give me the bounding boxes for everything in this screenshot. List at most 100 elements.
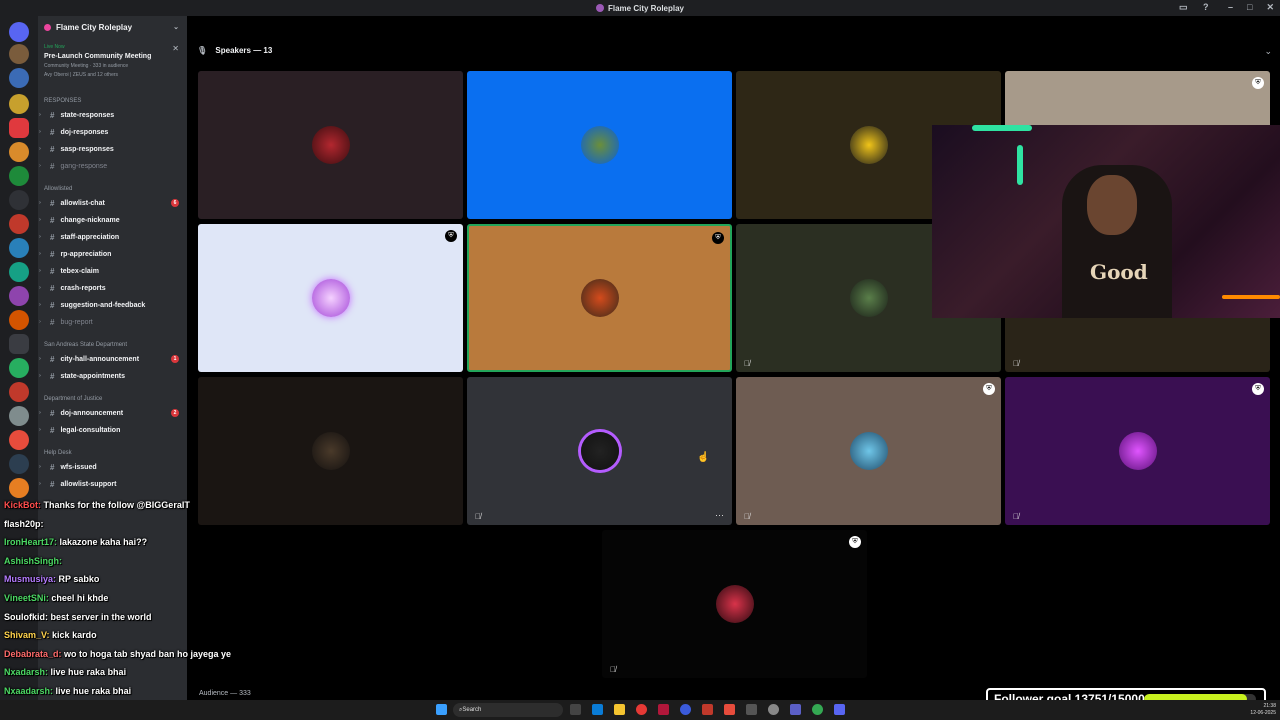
windows-start-icon[interactable]: [436, 704, 447, 715]
server-icon[interactable]: [9, 358, 29, 378]
server-icon[interactable]: [9, 454, 29, 474]
channel-item[interactable]: › # allowlist-support: [38, 477, 187, 491]
channel-item[interactable]: › # allowlist-chat 6: [38, 196, 187, 210]
speaker-tile[interactable]: [198, 377, 463, 525]
more-options-icon[interactable]: ⋯: [715, 510, 724, 521]
channel-item[interactable]: › # wfs-issued: [38, 460, 187, 474]
app-icon[interactable]: [746, 704, 757, 715]
chevron-right-icon[interactable]: ›: [36, 427, 44, 433]
server-icon[interactable]: [9, 166, 29, 186]
speaker-tile[interactable]: ⛨ 🎙̸: [736, 377, 1001, 525]
server-icon[interactable]: [9, 238, 29, 258]
speaker-tile[interactable]: 🎙̸ ⋯: [467, 377, 732, 525]
chevron-right-icon[interactable]: ›: [36, 268, 44, 274]
app-icon[interactable]: [702, 704, 713, 715]
server-icon[interactable]: [9, 478, 29, 498]
channel-item[interactable]: › # suggestion-and-feedback: [38, 298, 187, 312]
active-server-icon[interactable]: [9, 118, 29, 138]
teams-icon[interactable]: [790, 704, 801, 715]
chevron-right-icon[interactable]: ›: [36, 464, 44, 470]
server-icon[interactable]: [9, 94, 29, 114]
maximize-icon[interactable]: □: [1247, 2, 1252, 13]
server-icon[interactable]: [9, 310, 29, 330]
chevron-right-icon[interactable]: ›: [36, 285, 44, 291]
minimize-icon[interactable]: –: [1228, 2, 1233, 13]
taskview-icon[interactable]: [570, 704, 581, 715]
channel-item[interactable]: › # sasp-responses: [38, 142, 187, 156]
channel-item[interactable]: › # crash-reports: [38, 281, 187, 295]
close-icon[interactable]: ✕: [1266, 2, 1274, 13]
close-icon[interactable]: ✕: [172, 44, 179, 53]
home-server-icon[interactable]: [9, 22, 29, 42]
channel-item[interactable]: › # state-appointments: [38, 369, 187, 383]
category-allowlisted[interactable]: Allowlisted: [44, 186, 72, 192]
folder-icon[interactable]: [9, 334, 29, 354]
channel-item[interactable]: › # tebex-claim: [38, 264, 187, 278]
server-icon[interactable]: [9, 430, 29, 450]
channel-item[interactable]: › # legal-consultation: [38, 423, 187, 437]
speaker-avatar: [849, 279, 888, 317]
live-stage-card[interactable]: Live Now Pre-Launch Community Meeting Co…: [38, 40, 187, 94]
chevron-right-icon[interactable]: ›: [36, 112, 44, 118]
chevron-right-icon[interactable]: ›: [36, 481, 44, 487]
channel-item[interactable]: › # state-responses: [38, 108, 187, 122]
chevron-right-icon[interactable]: ›: [36, 129, 44, 135]
edge-icon[interactable]: [592, 704, 603, 715]
system-clock[interactable]: 21:38 12-06-2025: [1250, 703, 1276, 717]
chevron-right-icon[interactable]: ›: [36, 319, 44, 325]
channel-item[interactable]: › # gang-response: [38, 159, 187, 173]
chevron-right-icon[interactable]: ›: [36, 217, 44, 223]
chevron-right-icon[interactable]: ›: [36, 163, 44, 169]
chevron-right-icon[interactable]: ›: [36, 146, 44, 152]
speaker-avatar: [580, 432, 619, 470]
channel-item[interactable]: › # bug-report: [38, 315, 187, 329]
file-explorer-icon[interactable]: [614, 704, 625, 715]
chevron-down-icon[interactable]: ⌄: [173, 23, 179, 31]
channel-item[interactable]: › # rp-appreciation: [38, 247, 187, 261]
speaker-tile[interactable]: [467, 71, 732, 219]
server-icon[interactable]: [9, 214, 29, 234]
server-header[interactable]: Flame City Roleplay ⌄: [38, 16, 187, 38]
channel-item[interactable]: › # change-nickname: [38, 213, 187, 227]
speaker-tile[interactable]: ⛨ 🎙̸: [602, 530, 867, 678]
speaker-tile[interactable]: ⛨ 🎙̸: [1005, 377, 1270, 525]
mouse-cursor-icon: ☝: [697, 452, 710, 463]
channel-item[interactable]: › # city-hall-announcement 1: [38, 352, 187, 366]
brave-icon[interactable]: [724, 704, 735, 715]
chevron-right-icon[interactable]: ›: [36, 302, 44, 308]
server-icon[interactable]: [9, 68, 29, 88]
chevron-right-icon[interactable]: ›: [36, 373, 44, 379]
server-icon[interactable]: [9, 190, 29, 210]
chrome-icon[interactable]: [636, 704, 647, 715]
help-icon[interactable]: ?: [1203, 2, 1209, 12]
chevron-right-icon[interactable]: ›: [36, 410, 44, 416]
server-icon[interactable]: [9, 382, 29, 402]
chevron-down-icon[interactable]: ⌄: [1264, 46, 1272, 57]
channel-item[interactable]: › # staff-appreciation: [38, 230, 187, 244]
server-icon[interactable]: [9, 44, 29, 64]
app-icon[interactable]: [658, 704, 669, 715]
chevron-right-icon[interactable]: ›: [36, 234, 44, 240]
chevron-right-icon[interactable]: ›: [36, 356, 44, 362]
app-icon[interactable]: [768, 704, 779, 715]
chevron-right-icon[interactable]: ›: [36, 200, 44, 206]
server-icon[interactable]: [9, 262, 29, 282]
server-icon[interactable]: [9, 406, 29, 426]
inbox-icon[interactable]: ▭: [1179, 2, 1188, 13]
taskbar-search[interactable]: ⌕ Search: [453, 703, 563, 717]
channel-item[interactable]: › # doj-announcement 2: [38, 406, 187, 420]
speaker-tile-speaking[interactable]: ⛨: [467, 224, 732, 372]
category-state-dept[interactable]: San Andreas State Department: [44, 342, 127, 348]
discord-icon[interactable]: [834, 704, 845, 715]
chrome-icon[interactable]: [812, 704, 823, 715]
speaker-tile[interactable]: ⛨: [198, 224, 463, 372]
category-helpdesk[interactable]: Help Desk: [44, 450, 72, 456]
server-icon[interactable]: [9, 286, 29, 306]
category-doj[interactable]: Department of Justice: [44, 396, 102, 402]
server-icon[interactable]: [9, 142, 29, 162]
category-responses[interactable]: RESPONSES: [44, 98, 81, 104]
chevron-right-icon[interactable]: ›: [36, 251, 44, 257]
speaker-tile[interactable]: [198, 71, 463, 219]
channel-item[interactable]: › # doj-responses: [38, 125, 187, 139]
app-icon[interactable]: [680, 704, 691, 715]
